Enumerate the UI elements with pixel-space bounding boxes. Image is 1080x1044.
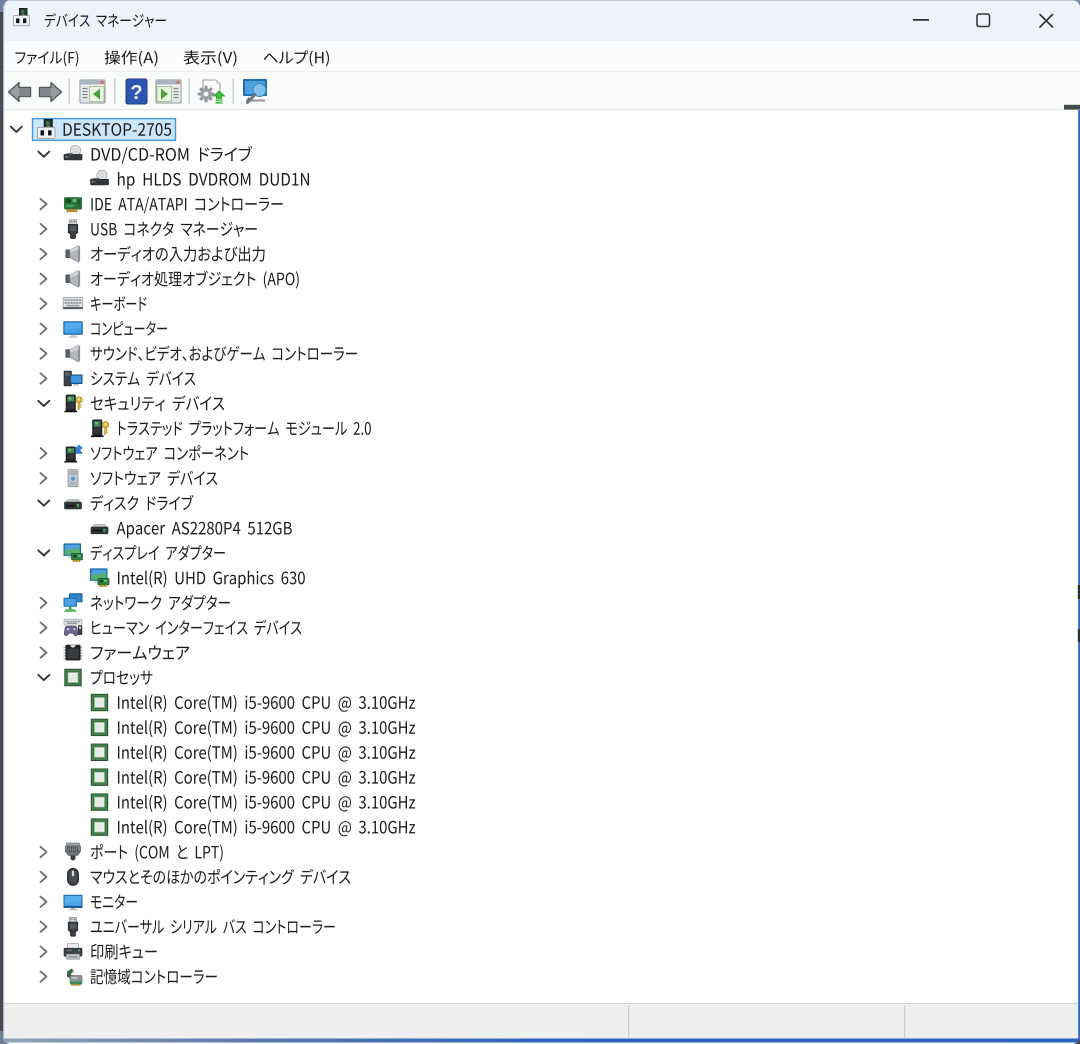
svg-text:?: ? bbox=[130, 82, 142, 104]
